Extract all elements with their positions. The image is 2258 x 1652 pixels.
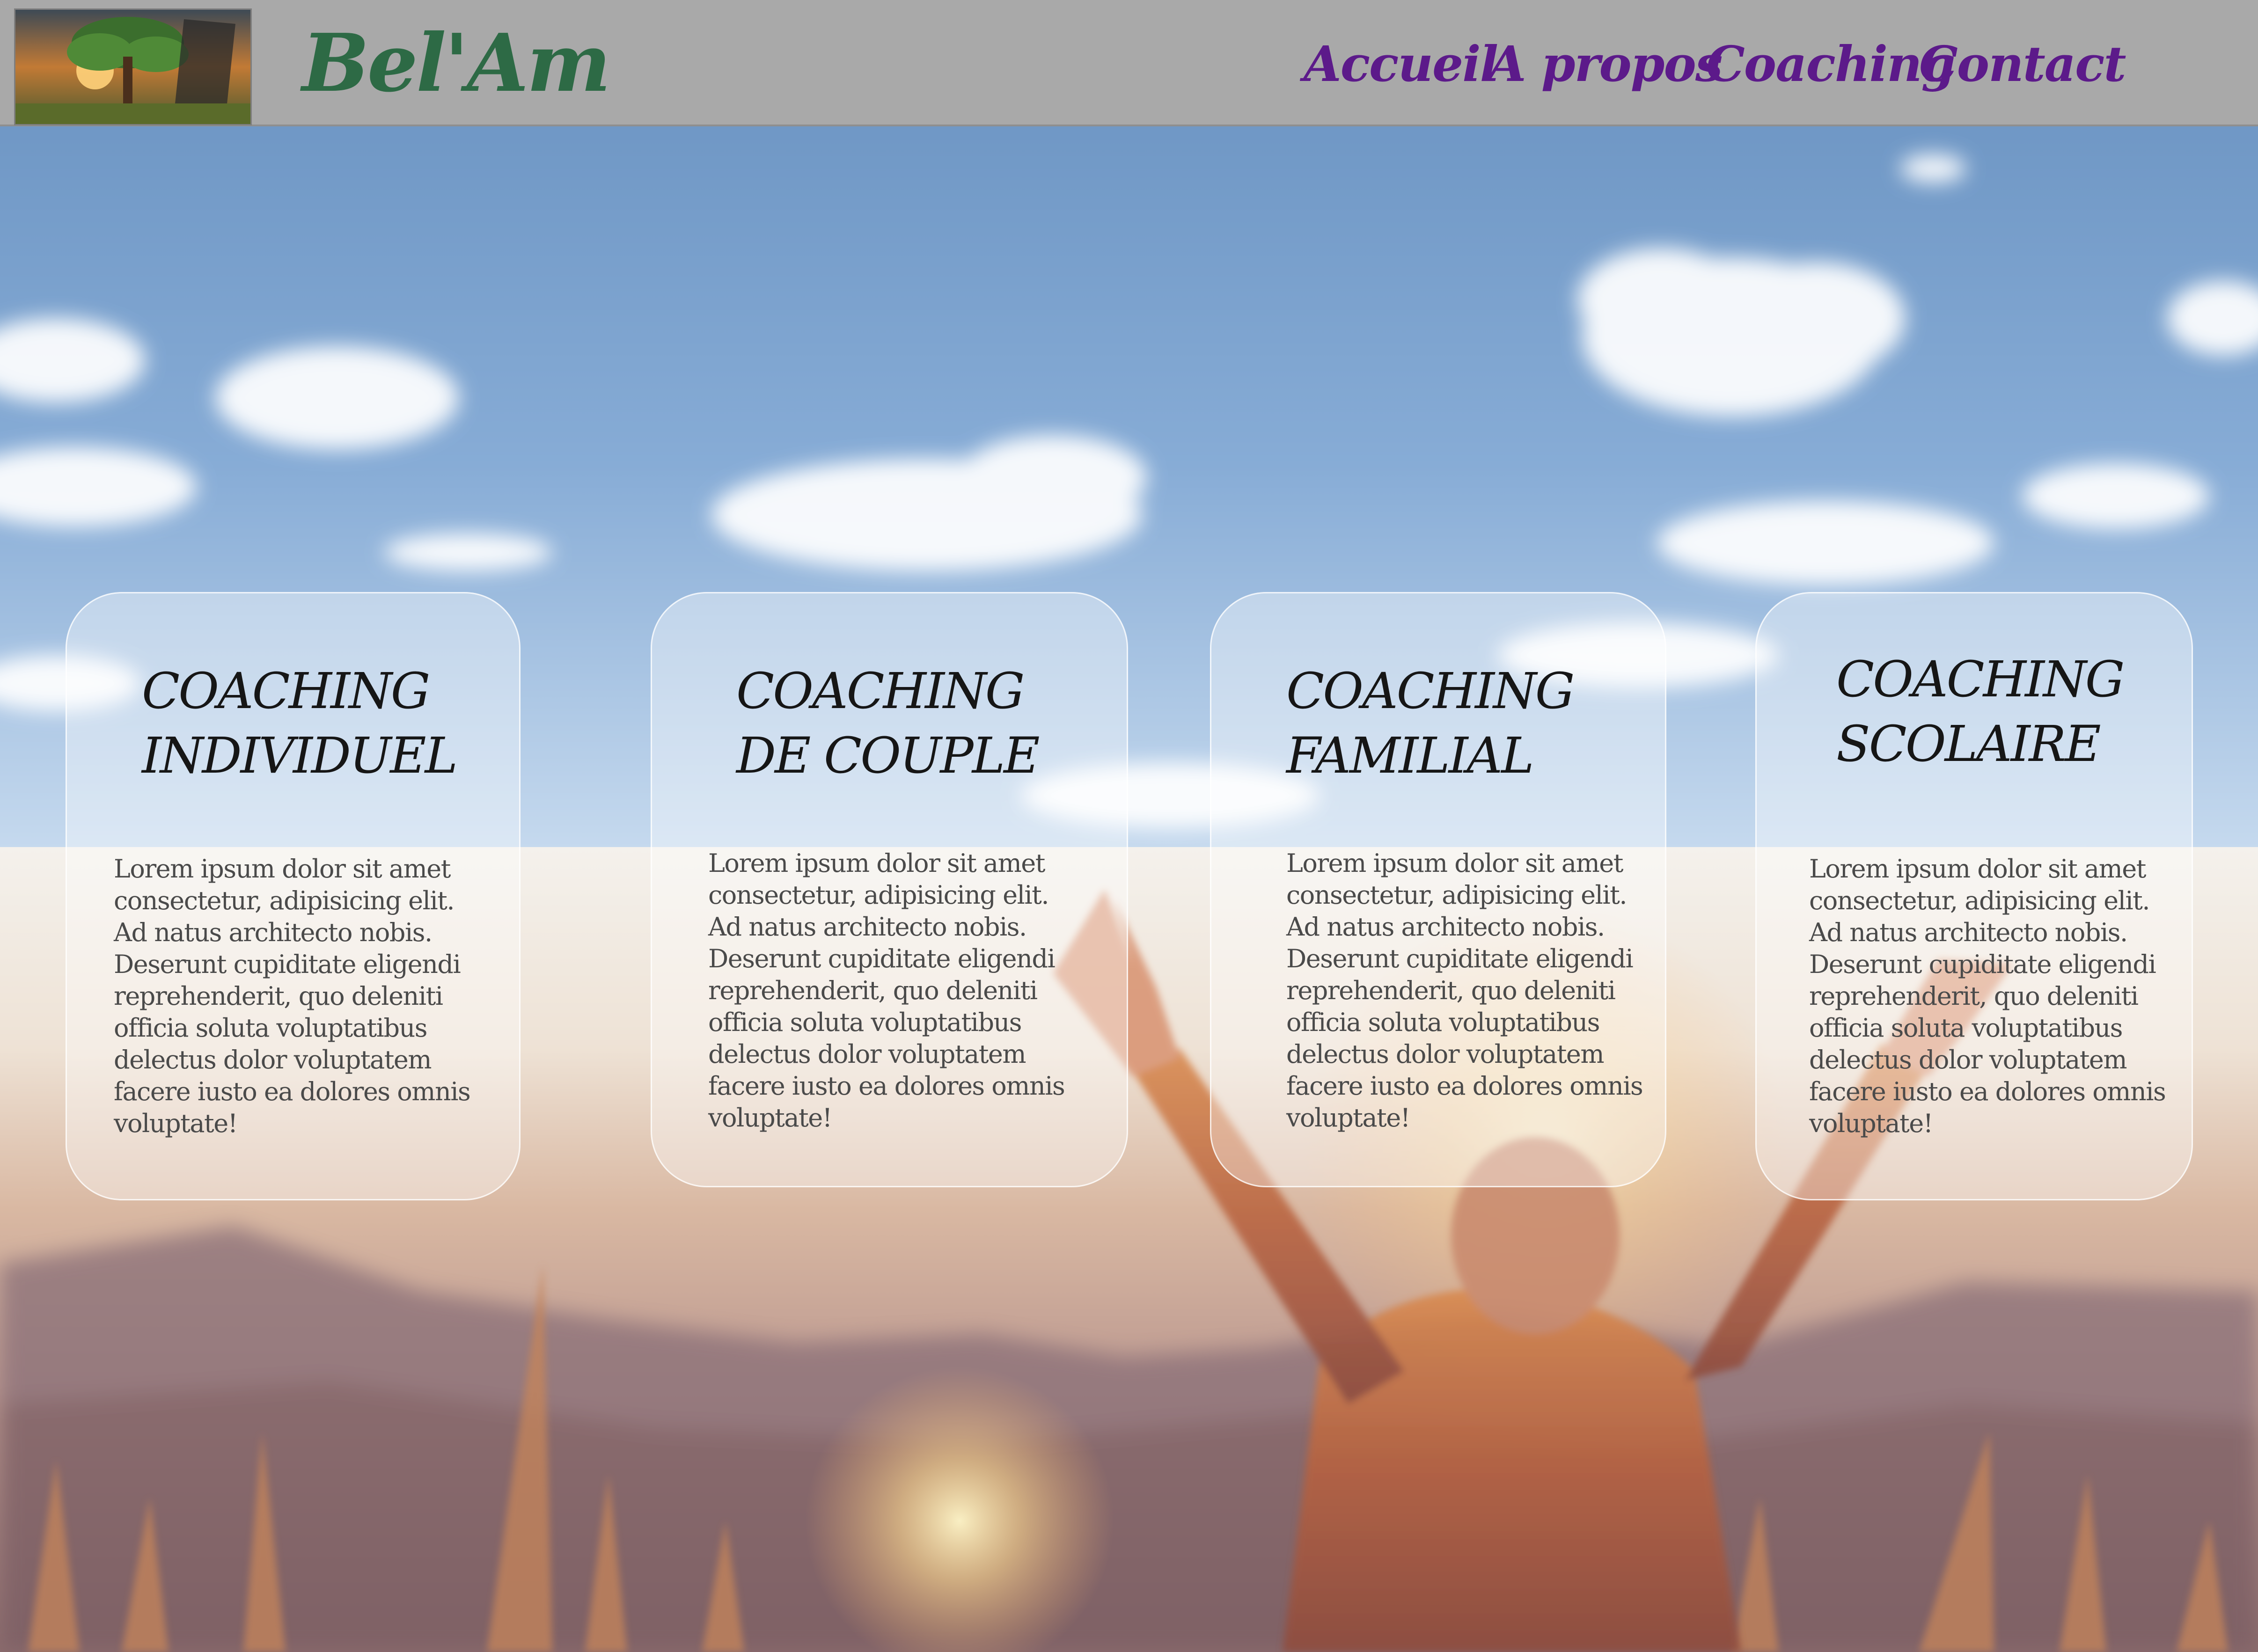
card-text-line: consectetur, adipisicing elit. [1286, 880, 1628, 910]
card-coaching-scolaire[interactable]: COACHING SCOLAIRE Lorem ipsum dolor sit … [1755, 592, 2193, 1200]
card-text-line: reprehenderit, quo deleniti [114, 981, 443, 1011]
card-text-line: delectus dolor voluptatem [1809, 1045, 2127, 1075]
card-title: COACHING SCOLAIRE [1836, 647, 2125, 776]
card-text-line: Lorem ipsum dolor sit amet [114, 854, 451, 884]
card-title-line: SCOLAIRE [1836, 715, 2101, 773]
card-title-line: COACHING [1836, 651, 2125, 708]
card-text-line: Ad natus architecto nobis. [1286, 912, 1605, 942]
card-text-line: reprehenderit, quo deleniti [1286, 976, 1616, 1005]
card-text-line: facere iusto ea dolores omnis [708, 1071, 1065, 1101]
card-text-line: Deserunt cupiditate eligendi [1286, 944, 1634, 973]
nav-link-a-propos[interactable]: A propos [1488, 37, 1723, 91]
page: Bel'Am Accueil A propos Coaching Contact… [0, 0, 2258, 1652]
card-text-line: officia soluta voluptatibus [708, 1008, 1022, 1037]
card-text-line: officia soluta voluptatibus [1809, 1013, 2123, 1043]
card-text-line: consectetur, adipisicing elit. [1809, 886, 2150, 915]
card-text-line: Lorem ipsum dolor sit amet [1286, 848, 1623, 878]
card-text-line: Ad natus architecto nobis. [114, 918, 433, 947]
card-coaching-de-couple[interactable]: COACHING DE COUPLE Lorem ipsum dolor sit… [651, 592, 1128, 1187]
card-title: COACHING FAMILIAL [1286, 659, 1575, 788]
card-text-line: Deserunt cupiditate eligendi [1809, 950, 2156, 979]
card-title: COACHING INDIVIDUEL [142, 659, 458, 788]
card-coaching-familial[interactable]: COACHING FAMILIAL Lorem ipsum dolor sit … [1210, 592, 1666, 1187]
tree-icon [15, 10, 250, 124]
card-text-line: voluptate! [1809, 1109, 1933, 1138]
card-text-line: Lorem ipsum dolor sit amet [708, 848, 1045, 878]
card-text-line: consectetur, adipisicing elit. [708, 880, 1049, 910]
card-text-line: voluptate! [708, 1103, 832, 1133]
card-text-line: reprehenderit, quo deleniti [708, 976, 1038, 1005]
card-title-line: COACHING [142, 662, 430, 720]
card-text-line: Deserunt cupiditate eligendi [708, 944, 1056, 973]
card-description: Lorem ipsum dolor sit amet consectetur, … [114, 853, 471, 1140]
card-text-line: Deserunt cupiditate eligendi [114, 950, 461, 979]
card-text-line: voluptate! [114, 1109, 238, 1138]
nav-link-accueil[interactable]: Accueil [1304, 37, 1498, 91]
card-coaching-individuel[interactable]: COACHING INDIVIDUEL Lorem ipsum dolor si… [66, 592, 521, 1200]
card-text-line: facere iusto ea dolores omnis [1286, 1071, 1643, 1101]
card-description: Lorem ipsum dolor sit amet consectetur, … [708, 848, 1065, 1134]
card-title-line: COACHING [736, 662, 1025, 720]
card-text-line: delectus dolor voluptatem [708, 1039, 1026, 1069]
card-text-line: Ad natus architecto nobis. [708, 912, 1027, 942]
card-text-line: facere iusto ea dolores omnis [114, 1077, 471, 1106]
card-title-line: INDIVIDUEL [142, 726, 458, 784]
nav-link-contact[interactable]: Contact [1919, 37, 2126, 91]
site-header: Bel'Am Accueil A propos Coaching Contact [0, 0, 2258, 126]
card-text-line: facere iusto ea dolores omnis [1809, 1077, 2166, 1106]
card-title-line: FAMILIAL [1286, 726, 1534, 784]
card-text-line: Ad natus architecto nobis. [1809, 918, 2128, 947]
card-title-line: DE COUPLE [736, 726, 1040, 784]
card-text-line: officia soluta voluptatibus [114, 1013, 428, 1043]
card-title-line: COACHING [1286, 662, 1575, 720]
brand-name[interactable]: Bel'Am [302, 23, 611, 103]
card-description: Lorem ipsum dolor sit amet consectetur, … [1809, 853, 2166, 1140]
card-title: COACHING DE COUPLE [736, 659, 1040, 788]
card-text-line: consectetur, adipisicing elit. [114, 886, 455, 915]
card-text-line: voluptate! [1286, 1103, 1410, 1133]
card-text-line: Lorem ipsum dolor sit amet [1809, 854, 2146, 884]
card-text-line: delectus dolor voluptatem [114, 1045, 432, 1075]
card-text-line: officia soluta voluptatibus [1286, 1008, 1600, 1037]
nav-link-coaching[interactable]: Coaching [1706, 37, 1955, 91]
logo-image[interactable] [14, 8, 252, 125]
card-text-line: delectus dolor voluptatem [1286, 1039, 1605, 1069]
card-description: Lorem ipsum dolor sit amet consectetur, … [1286, 848, 1643, 1134]
card-text-line: reprehenderit, quo deleniti [1809, 981, 2139, 1011]
